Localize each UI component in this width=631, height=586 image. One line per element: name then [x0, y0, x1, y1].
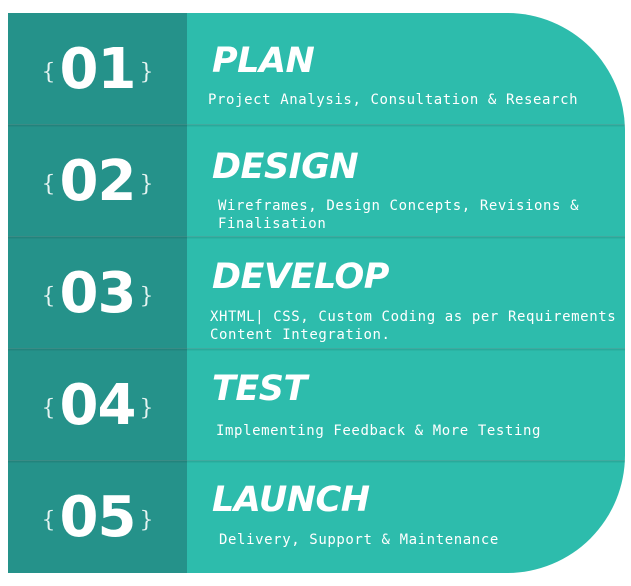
step-description: XHTML| CSS, Custom Coding as per Require…	[210, 309, 617, 343]
close-brace: }	[139, 507, 154, 533]
close-brace: }	[139, 283, 154, 309]
step-number: { 01 }	[8, 13, 187, 125]
step-number: { 02 }	[8, 125, 187, 237]
step-row-plan: { 01 } PLAN Project Analysis, Consultati…	[8, 13, 625, 125]
process-steps-card: { 01 } PLAN Project Analysis, Consultati…	[8, 13, 625, 573]
close-brace: }	[139, 395, 154, 421]
open-brace: {	[41, 283, 56, 309]
step-number: { 05 }	[8, 461, 187, 573]
step-description: Delivery, Support & Maintenance	[219, 532, 499, 548]
step-title: TEST	[212, 369, 307, 409]
close-brace: }	[139, 171, 154, 197]
step-title: LAUNCH	[212, 480, 370, 520]
open-brace: {	[41, 395, 56, 421]
step-number-digits: 04	[59, 372, 137, 438]
close-brace: }	[139, 59, 154, 85]
step-row-launch: { 05 } LAUNCH Delivery, Support & Mainte…	[8, 461, 625, 573]
step-title: DEVELOP	[212, 257, 389, 297]
step-title: PLAN	[212, 41, 315, 81]
step-number-digits: 02	[59, 148, 137, 214]
step-title: DESIGN	[212, 147, 359, 187]
step-number-digits: 05	[59, 484, 137, 550]
open-brace: {	[41, 59, 56, 85]
step-row-test: { 04 } TEST Implementing Feedback & More…	[8, 349, 625, 461]
step-number-digits: 01	[59, 36, 137, 102]
step-description: Implementing Feedback & More Testing	[216, 423, 542, 439]
step-number-digits: 03	[59, 260, 137, 326]
step-description: Wireframes, Design Concepts, Revisions &…	[218, 198, 580, 232]
step-number: { 04 }	[8, 349, 187, 461]
open-brace: {	[41, 171, 56, 197]
step-row-design: { 02 } DESIGN Wireframes, Design Concept…	[8, 125, 625, 237]
step-row-develop: { 03 } DEVELOP XHTML| CSS, Custom Coding…	[8, 237, 625, 349]
step-number: { 03 }	[8, 237, 187, 349]
open-brace: {	[41, 507, 56, 533]
step-description: Project Analysis, Consultation & Researc…	[208, 92, 579, 108]
